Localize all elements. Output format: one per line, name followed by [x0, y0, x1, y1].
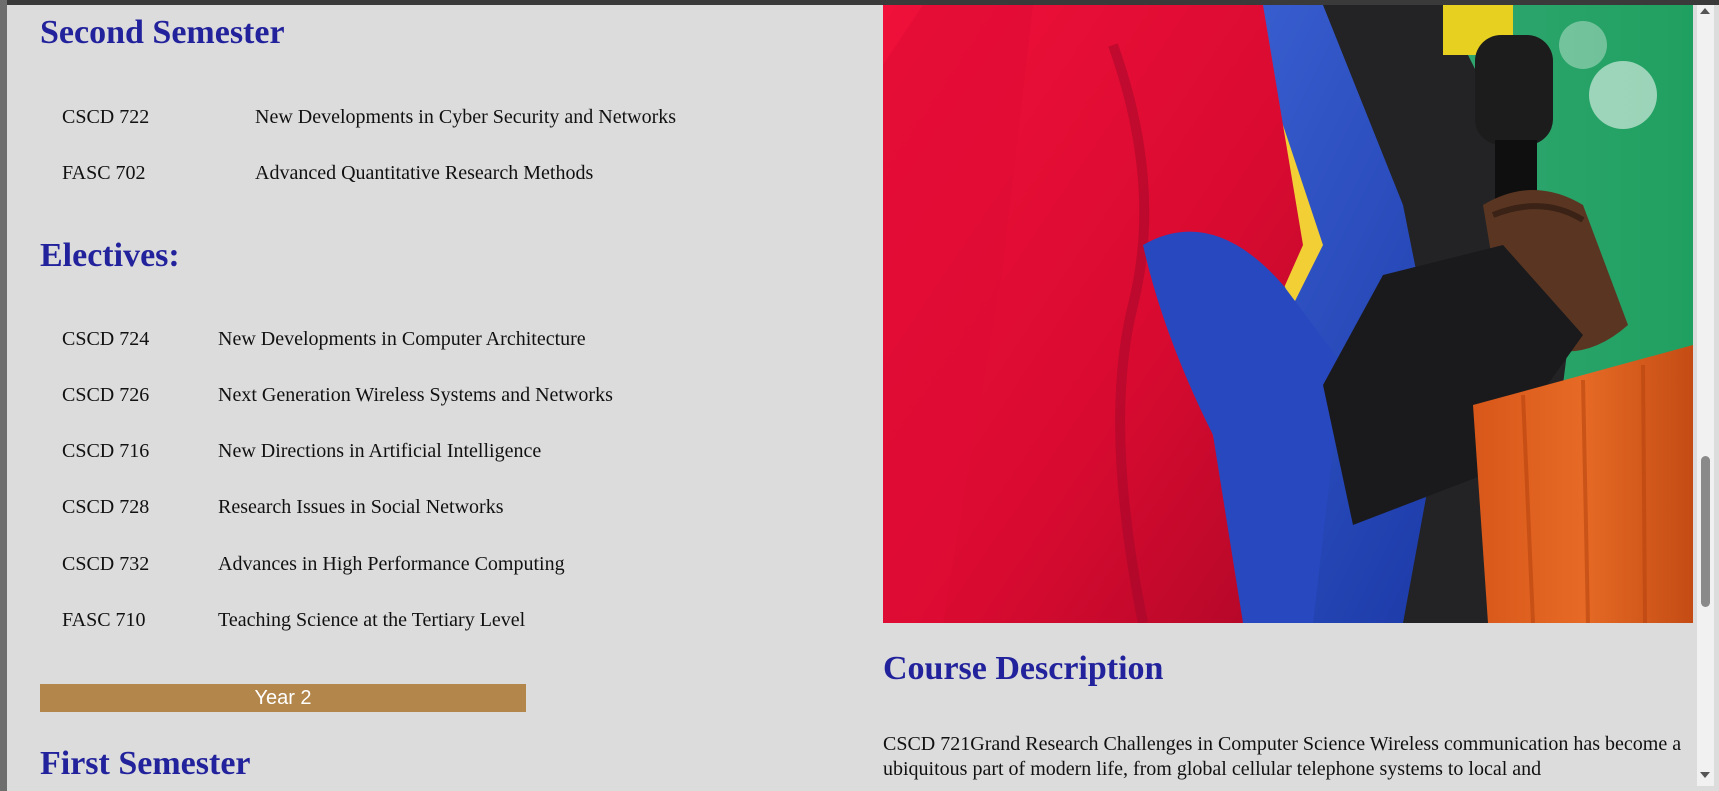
- course-description-section: Course Description CSCD 721Grand Researc…: [883, 650, 1693, 782]
- course-title: Advances in High Performance Computing: [218, 553, 565, 575]
- course-title: New Developments in Cyber Security and N…: [255, 106, 677, 128]
- window-left-border: [0, 0, 7, 791]
- curriculum-column: Second Semester CSCD 722 New Development…: [40, 0, 860, 791]
- course-code: CSCD 716: [62, 440, 150, 462]
- course-code: CSCD 722: [62, 106, 150, 128]
- page-scrollbar[interactable]: [1697, 5, 1714, 786]
- course-title: New Developments in Computer Architectur…: [218, 328, 586, 350]
- course-title: Research Issues in Social Networks: [218, 496, 504, 518]
- course-code: FASC 702: [62, 162, 146, 184]
- scroll-up-arrow-icon[interactable]: [1700, 8, 1710, 14]
- course-title: Teaching Science at the Tertiary Level: [218, 609, 526, 631]
- course-title: Next Generation Wireless Systems and Net…: [218, 384, 613, 406]
- course-code: CSCD 726: [62, 384, 150, 406]
- scroll-down-arrow-icon[interactable]: [1700, 772, 1710, 778]
- course-title: New Directions in Artificial Intelligenc…: [218, 440, 542, 462]
- electives-heading: Electives:: [40, 237, 180, 274]
- graduation-photo: [883, 5, 1693, 623]
- course-code: CSCD 728: [62, 496, 150, 518]
- course-description-heading: Course Description: [883, 650, 1164, 687]
- course-code: CSCD 732: [62, 553, 150, 575]
- scrollbar-thumb[interactable]: [1701, 456, 1710, 607]
- course-code: CSCD 724: [62, 328, 150, 350]
- course-title: Advanced Quantitative Research Methods: [255, 162, 594, 184]
- year-2-bar: Year 2: [40, 684, 526, 712]
- first-semester-heading: First Semester: [40, 745, 251, 782]
- course-description-text: CSCD 721Grand Research Challenges in Com…: [883, 733, 1682, 780]
- second-semester-heading: Second Semester: [40, 14, 285, 51]
- course-code: FASC 710: [62, 609, 146, 631]
